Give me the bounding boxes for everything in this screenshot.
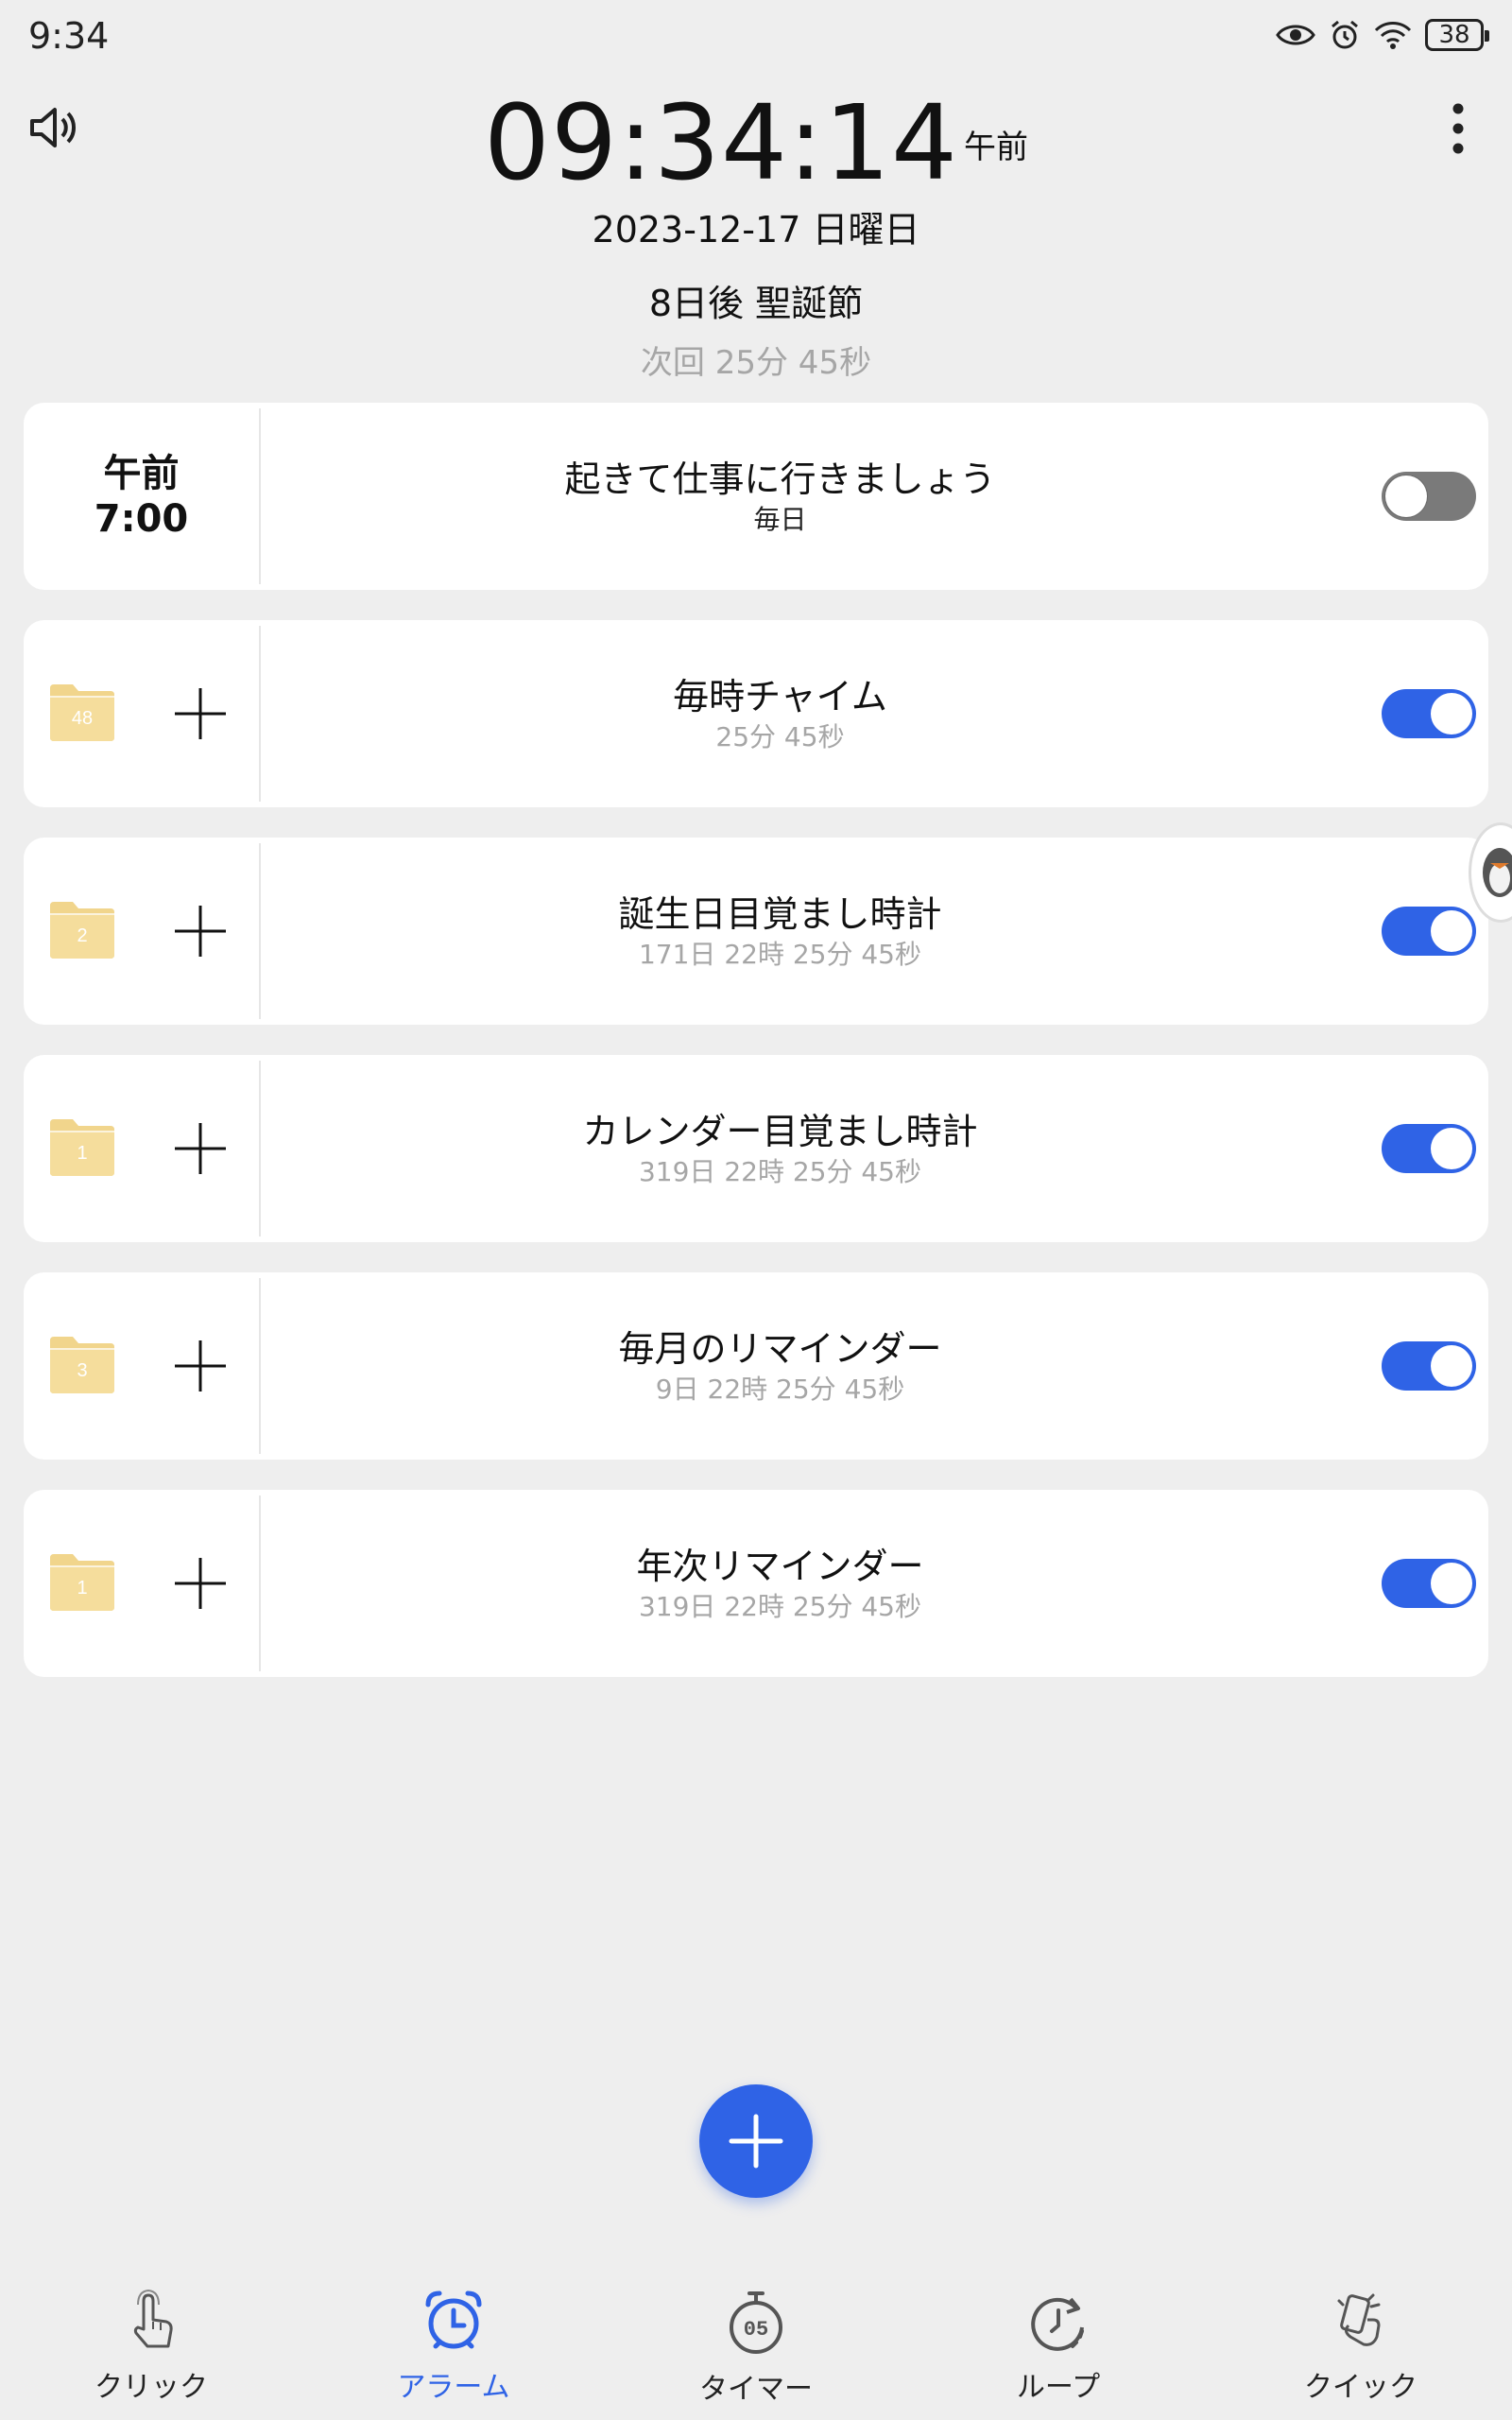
folder-count: 3: [77, 1360, 87, 1381]
add-alarm-button[interactable]: [699, 2084, 813, 2198]
wifi-icon: [1374, 22, 1412, 49]
alarm-hour-minute: 7:00: [94, 497, 189, 541]
nav-alarm-label: アラーム: [397, 2371, 510, 2404]
alarm-title: 起きて仕事に行きましょう: [564, 458, 996, 500]
alarm-group-card[interactable]: 3 毎月のリマインダー 9日 22時 25分 45秒: [24, 1272, 1488, 1460]
alarm-repeat: 毎日: [753, 504, 807, 535]
add-fab-icon: [729, 2114, 783, 2169]
plus-icon[interactable]: [173, 686, 228, 741]
alarm-title: カレンダー目覚まし時計: [582, 1111, 978, 1152]
alarm-time: 午前 7:00: [24, 403, 259, 590]
alarm-status-icon: [1332, 20, 1358, 49]
alarm-title: 誕生日目覚まし時計: [618, 893, 942, 935]
folder-icon[interactable]: 1: [48, 1552, 116, 1613]
alarm-toggle[interactable]: [1382, 689, 1476, 738]
alarm-group-card[interactable]: 1 カレンダー目覚まし時計 319日 22時 25分 45秒: [24, 1055, 1488, 1242]
folder-count: 1: [77, 1143, 87, 1164]
folder-count: 2: [77, 925, 87, 946]
folder-icon[interactable]: 48: [48, 683, 116, 743]
plus-icon[interactable]: [173, 1121, 228, 1176]
nav-alarm[interactable]: アラーム: [302, 2269, 605, 2420]
nav-timer-label: タイマー: [699, 2373, 813, 2406]
loop-clock-icon: [1031, 2297, 1084, 2351]
alarm-countdown: 9日 22時 25分 45秒: [655, 1374, 905, 1405]
bottom-nav: クリック アラーム 05 タイマー ループ クイック: [0, 2269, 1512, 2420]
alarm-group-card[interactable]: 1 年次リマインダー 319日 22時 25分 45秒: [24, 1490, 1488, 1677]
svg-text:05: 05: [744, 2318, 768, 2342]
alarm-group-card[interactable]: 2 誕生日目覚まし時計 171日 22時 25分 45秒: [24, 838, 1488, 1025]
status-time: 9:34: [28, 15, 110, 57]
eye-icon: [1276, 25, 1315, 45]
nav-click-label: クリック: [94, 2371, 208, 2404]
alarm-toggle[interactable]: [1382, 1341, 1476, 1391]
alarm-clock-icon: [425, 2290, 482, 2349]
click-hand-icon: [133, 2289, 173, 2348]
nav-click[interactable]: クリック: [0, 2269, 302, 2420]
folder-icon[interactable]: 2: [48, 900, 116, 960]
nav-quick[interactable]: クイック: [1210, 2269, 1512, 2420]
next-alarm-text: 次回 25分 45秒: [640, 344, 872, 382]
alarm-countdown: 25分 45秒: [715, 721, 845, 752]
alarm-ampm: 午前: [103, 452, 180, 495]
alarm-countdown: 319日 22時 25分 45秒: [638, 1156, 922, 1187]
nav-timer[interactable]: 05 タイマー: [605, 2269, 907, 2420]
nav-loop-label: ループ: [1016, 2371, 1101, 2404]
alarm-title: 年次リマインダー: [636, 1546, 924, 1587]
alarm-countdown: 319日 22時 25分 45秒: [638, 1591, 922, 1622]
folder-count: 48: [72, 708, 93, 729]
plus-icon[interactable]: [173, 904, 228, 959]
status-bar: 9:34 38: [0, 0, 1512, 76]
quick-icon: [1337, 2293, 1381, 2346]
folder-icon[interactable]: 3: [48, 1335, 116, 1395]
status-icons: 38: [1276, 19, 1489, 51]
holiday-text: 8日後 聖誕節: [648, 283, 864, 324]
alarm-title: 毎時チャイム: [673, 676, 887, 717]
folder-icon[interactable]: 1: [48, 1117, 116, 1178]
alarm-title: 毎月のリマインダー: [618, 1328, 942, 1370]
alarm-card[interactable]: 午前 7:00 起きて仕事に行きましょう 毎日: [24, 403, 1488, 590]
nav-quick-label: クイック: [1304, 2371, 1418, 2404]
alarm-toggle[interactable]: [1382, 472, 1476, 521]
stopwatch-icon: 05: [730, 2291, 782, 2354]
folder-count: 1: [77, 1578, 87, 1599]
alarm-group-card[interactable]: 48 毎時チャイム 25分 45秒: [24, 620, 1488, 807]
alarm-toggle[interactable]: [1382, 1124, 1476, 1173]
clock-ampm: 午前: [964, 129, 1029, 166]
plus-icon[interactable]: [173, 1339, 228, 1393]
clock-time: 09:34:14: [483, 82, 959, 203]
battery-icon: 38: [1425, 19, 1489, 51]
alarm-toggle[interactable]: [1382, 1559, 1476, 1608]
alarm-toggle[interactable]: [1382, 907, 1476, 956]
alarm-countdown: 171日 22時 25分 45秒: [638, 939, 922, 970]
date-text: 2023-12-17 日曜日: [592, 209, 920, 251]
clock-display: 09:34:14 午前: [0, 87, 1512, 199]
nav-loop[interactable]: ループ: [907, 2269, 1210, 2420]
plus-icon[interactable]: [173, 1556, 228, 1611]
